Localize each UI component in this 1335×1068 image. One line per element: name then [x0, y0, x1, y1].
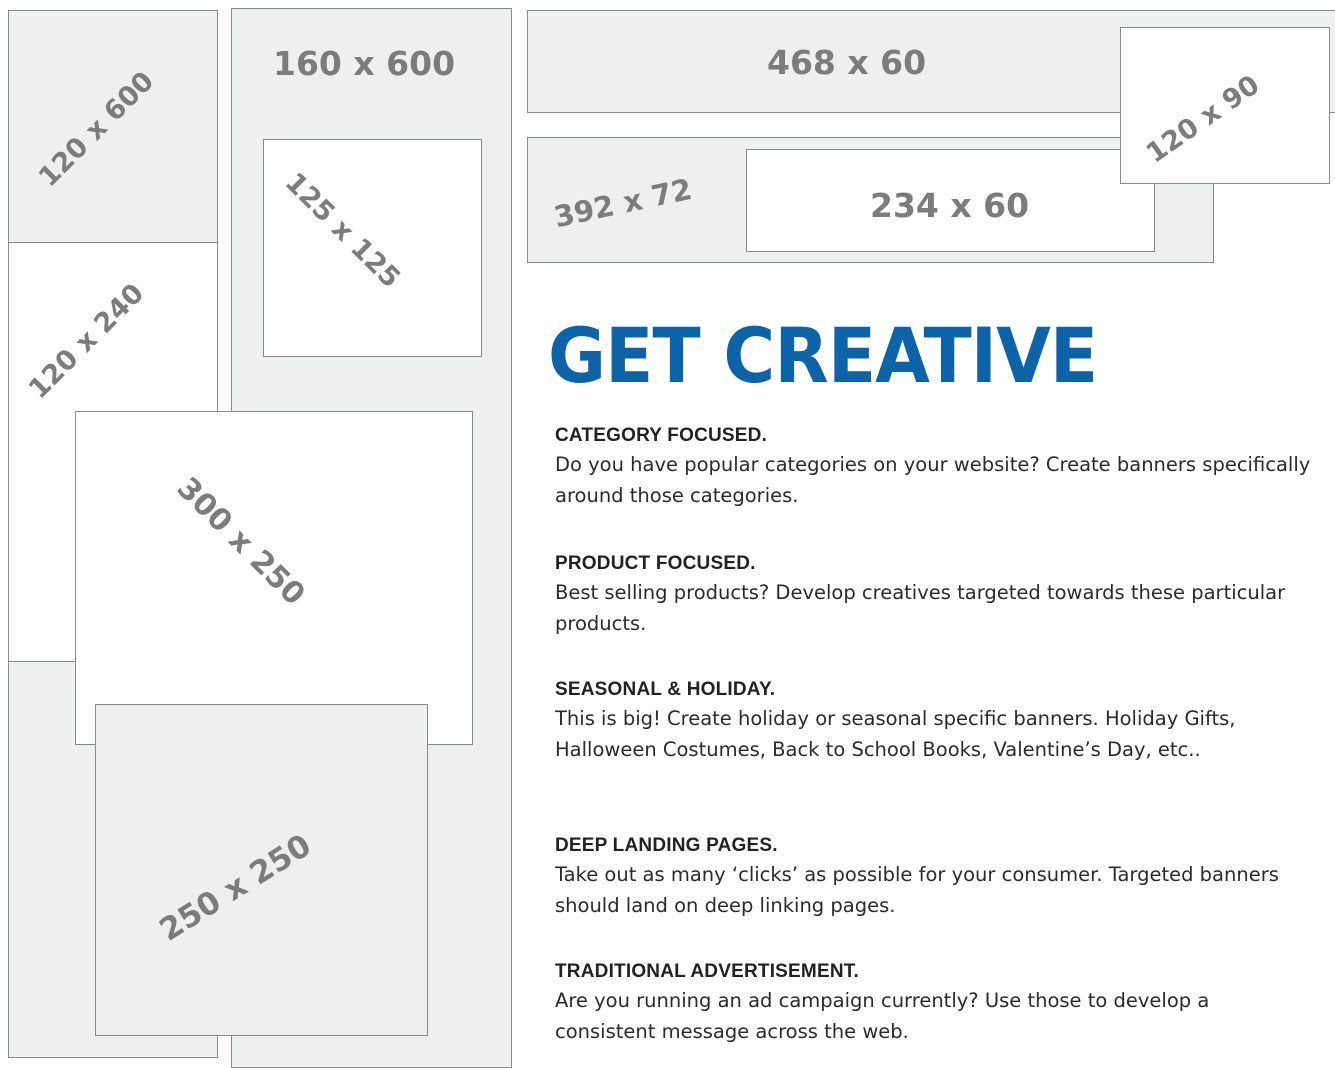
section-body: This is big! Create holiday or seasonal … — [555, 707, 1236, 761]
section-traditional: TRADITIONAL ADVERTISEMENT. Are you runni… — [555, 961, 1315, 1047]
section-deep-landing: DEEP LANDING PAGES. Take out as many ‘cl… — [555, 835, 1315, 921]
section-body: Take out as many ‘clicks’ as possible fo… — [555, 863, 1279, 917]
section-body: Do you have popular categories on your w… — [555, 453, 1311, 507]
section-body: Are you running an ad campaign currently… — [555, 989, 1210, 1043]
label-468x60: 468 x 60 — [767, 43, 927, 82]
page-title: GET CREATIVE — [548, 311, 1098, 400]
section-seasonal: SEASONAL & HOLIDAY. This is big! Create … — [555, 679, 1315, 765]
label-234x60: 234 x 60 — [870, 186, 1030, 225]
section-product: PRODUCT FOCUSED. Best selling products? … — [555, 553, 1315, 639]
section-body: Best selling products? Develop creatives… — [555, 581, 1286, 635]
section-category: CATEGORY FOCUSED. Do you have popular ca… — [555, 425, 1315, 511]
section-heading: SEASONAL & HOLIDAY. — [555, 679, 776, 700]
section-heading: CATEGORY FOCUSED. — [555, 425, 768, 446]
section-heading: PRODUCT FOCUSED. — [555, 553, 756, 574]
section-heading: DEEP LANDING PAGES. — [555, 835, 778, 856]
section-heading: TRADITIONAL ADVERTISEMENT. — [555, 961, 859, 982]
label-160x600: 160 x 600 — [273, 44, 456, 83]
